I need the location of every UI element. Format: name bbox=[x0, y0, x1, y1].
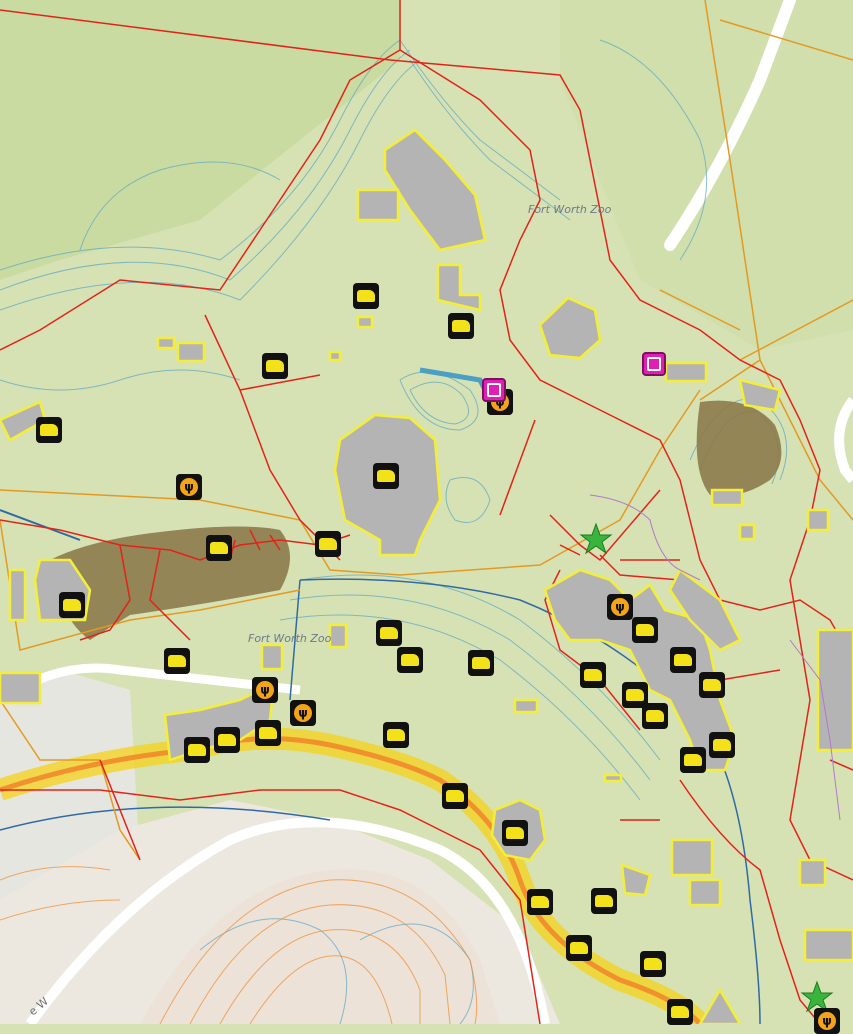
animal-icon[interactable] bbox=[709, 732, 735, 758]
animal-icon[interactable] bbox=[353, 283, 379, 309]
animal-icon[interactable] bbox=[59, 592, 85, 618]
map-canvas[interactable]: Fort Worth Zoo Fort Worth Zoo e W ψ ψ ψ … bbox=[0, 0, 853, 1034]
animal-icon[interactable] bbox=[206, 535, 232, 561]
restaurant-icon[interactable]: ψ bbox=[290, 700, 316, 726]
animal-icon[interactable] bbox=[164, 648, 190, 674]
animal-icon[interactable] bbox=[502, 820, 528, 846]
animal-icon[interactable] bbox=[397, 647, 423, 673]
animal-icon[interactable] bbox=[262, 353, 288, 379]
animal-icon[interactable] bbox=[667, 999, 693, 1025]
poi-label: Fort Worth Zoo bbox=[528, 203, 612, 216]
animal-icon[interactable] bbox=[214, 727, 240, 753]
animal-icon[interactable] bbox=[527, 889, 553, 915]
restaurant-icon[interactable]: ψ bbox=[607, 594, 633, 620]
animal-icon[interactable] bbox=[315, 531, 341, 557]
gift-shop-icon[interactable] bbox=[642, 352, 666, 376]
animal-icon[interactable] bbox=[376, 620, 402, 646]
animal-icon[interactable] bbox=[670, 647, 696, 673]
animal-icon[interactable] bbox=[640, 951, 666, 977]
restaurant-icon[interactable]: ψ bbox=[814, 1008, 840, 1034]
animal-icon[interactable] bbox=[591, 888, 617, 914]
animal-icon[interactable] bbox=[642, 703, 668, 729]
animal-icon[interactable] bbox=[442, 783, 468, 809]
animal-icon[interactable] bbox=[383, 722, 409, 748]
animal-icon[interactable] bbox=[255, 720, 281, 746]
animal-icon[interactable] bbox=[680, 747, 706, 773]
restaurant-icon[interactable]: ψ bbox=[176, 474, 202, 500]
poi-label: Fort Worth Zoo bbox=[248, 632, 332, 645]
animal-icon[interactable] bbox=[566, 935, 592, 961]
animal-icon[interactable] bbox=[632, 617, 658, 643]
animal-icon[interactable] bbox=[580, 662, 606, 688]
animal-icon[interactable] bbox=[468, 650, 494, 676]
animal-icon[interactable] bbox=[373, 463, 399, 489]
gift-shop-icon[interactable] bbox=[482, 378, 506, 402]
animal-icon[interactable] bbox=[36, 417, 62, 443]
animal-icon[interactable] bbox=[448, 313, 474, 339]
map-base-layer bbox=[0, 0, 853, 1024]
animal-icon[interactable] bbox=[699, 672, 725, 698]
restaurant-icon[interactable]: ψ bbox=[252, 677, 278, 703]
animal-icon[interactable] bbox=[184, 737, 210, 763]
